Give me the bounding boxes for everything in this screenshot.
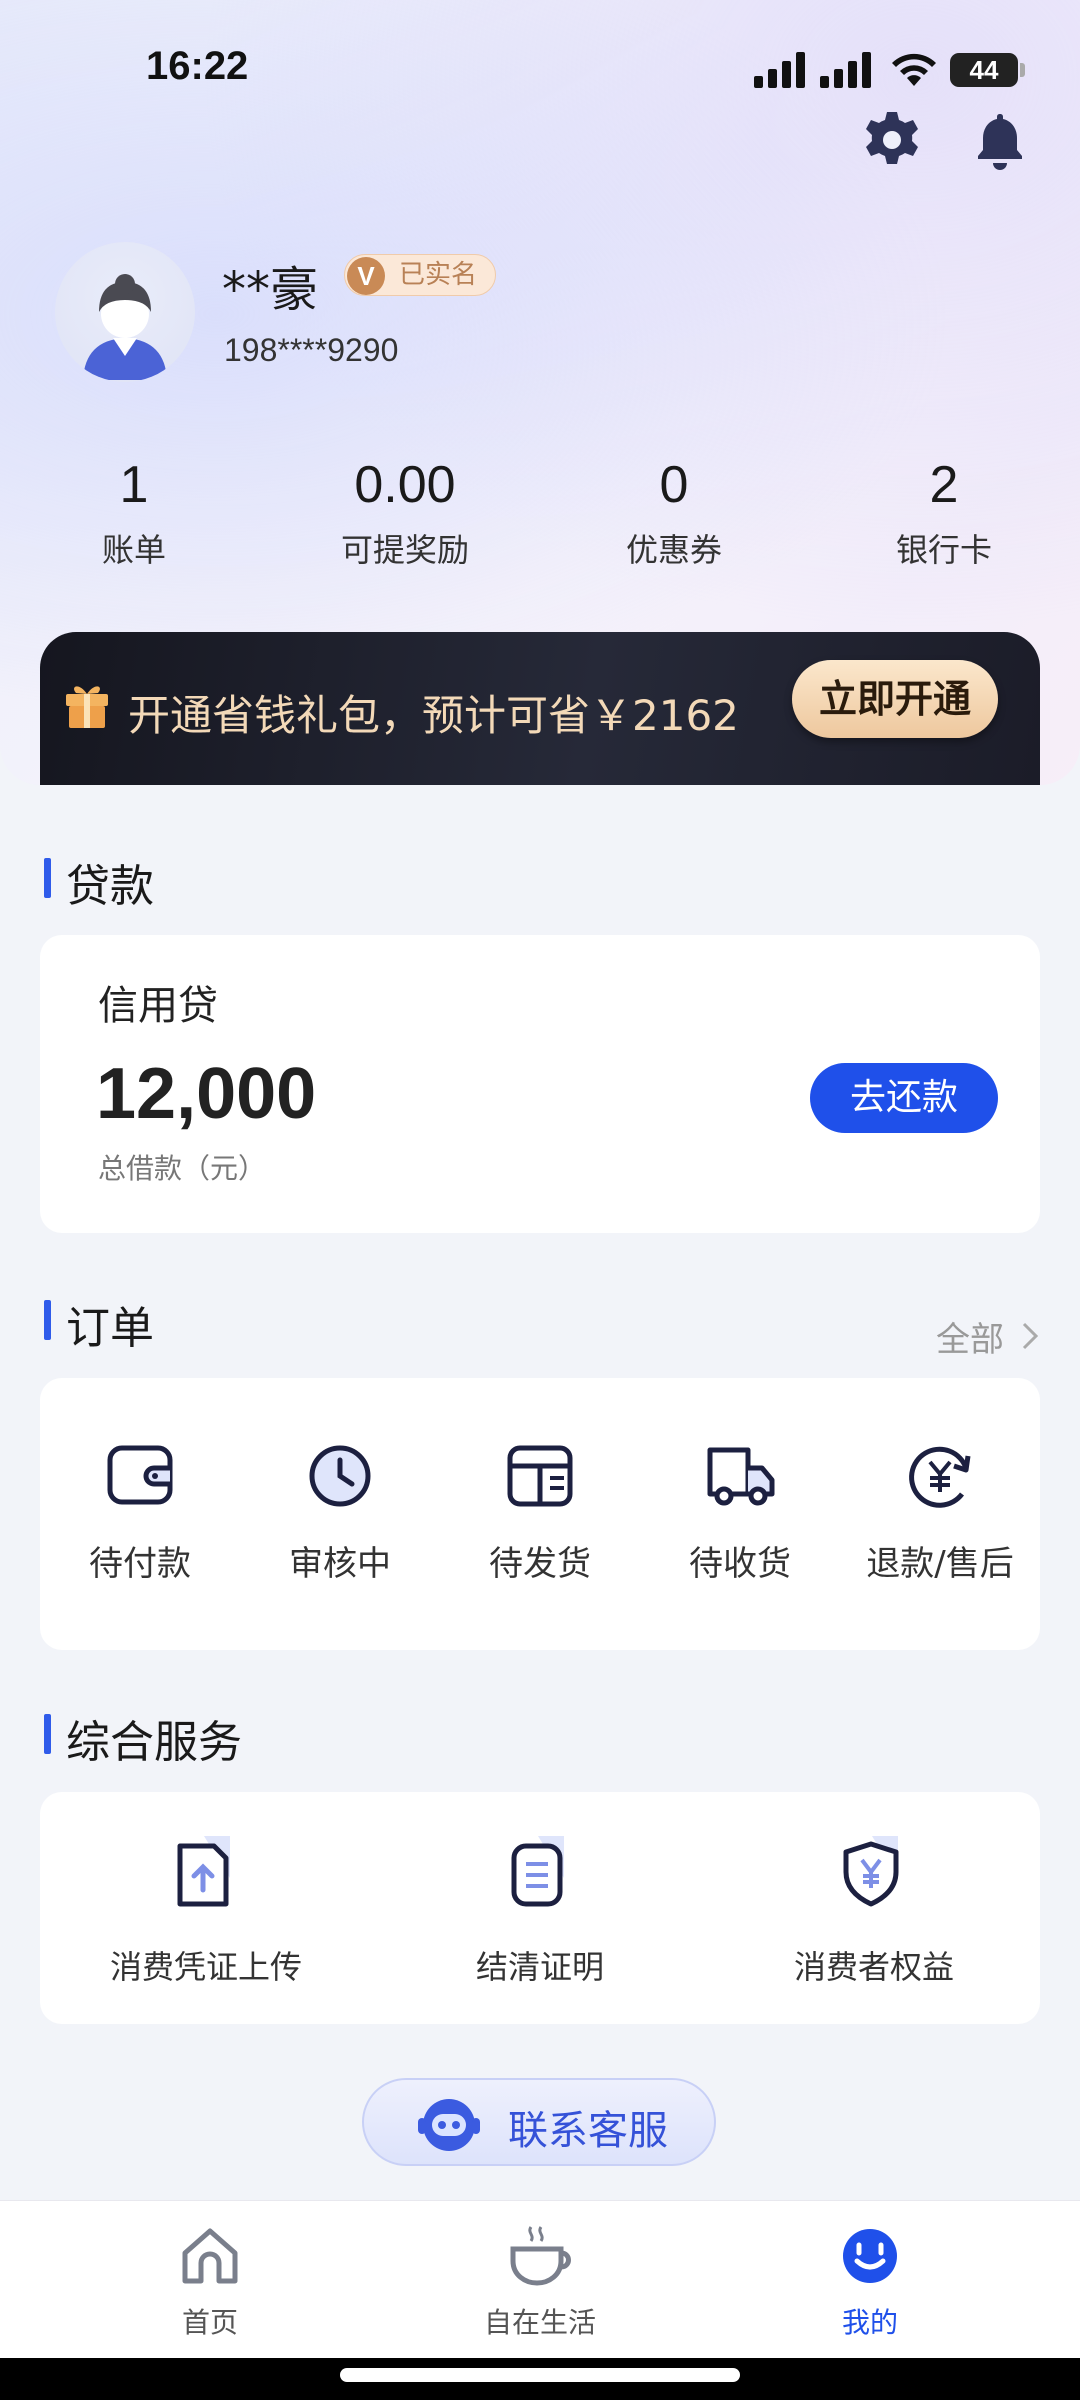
wifi-icon	[892, 53, 936, 86]
repay-button[interactable]: 去还款	[810, 1063, 998, 1133]
services-card: 消费凭证上传 结清证明 消费者权益	[40, 1792, 1040, 2024]
home-indicator[interactable]	[340, 2368, 740, 2382]
section-title-services: 综合服务	[44, 1706, 242, 1770]
shield-yuan-icon	[843, 1836, 899, 1907]
order-under-review[interactable]: 审核中	[240, 1438, 440, 1585]
loan-card[interactable]: 信用贷 12,000 总借款（元） 去还款	[40, 935, 1040, 1233]
stat-value: 0.00	[354, 456, 456, 514]
robot-headset-icon	[418, 2099, 480, 2151]
loan-product-name: 信用贷	[98, 983, 218, 1029]
verified-v-icon: V	[347, 257, 385, 295]
cellular-signal-2-icon	[820, 52, 871, 88]
order-label: 退款/售后	[866, 1544, 1014, 1584]
contact-customer-service-button[interactable]: 联系客服	[362, 2078, 716, 2166]
stat-label: 账单	[101, 531, 166, 569]
coffee-icon	[510, 2226, 571, 2286]
view-all-orders-link[interactable]: 全部	[936, 1312, 1004, 1361]
tab-label: 我的	[841, 2306, 898, 2339]
verified-label: 已实名	[399, 260, 478, 290]
activate-now-button[interactable]: 立即开通	[792, 660, 998, 738]
stat-value: 1	[119, 456, 149, 514]
order-label: 审核中	[289, 1544, 391, 1584]
stat-rewards[interactable]: 0.00 可提奖励	[305, 455, 505, 571]
stat-value: 2	[929, 456, 959, 514]
loan-amount-label: 总借款（元）	[98, 1152, 267, 1185]
section-title-loan: 贷款	[44, 850, 154, 914]
avatar[interactable]	[55, 242, 195, 382]
battery-level: 44	[969, 55, 999, 85]
loan-amount: 12,000	[96, 1054, 317, 1134]
service-consumer-rights[interactable]: 消费者权益	[714, 1832, 1034, 1988]
stat-label: 可提奖励	[340, 531, 469, 569]
home-icon	[182, 2228, 238, 2284]
order-to-receive[interactable]: 待收货	[640, 1438, 840, 1585]
truck-icon	[707, 1447, 775, 1506]
service-label: 消费者权益	[793, 1948, 954, 1986]
service-label: 消费凭证上传	[109, 1948, 302, 1986]
wallet-icon	[107, 1445, 173, 1505]
avatar-person-icon	[83, 274, 167, 380]
stat-label: 银行卡	[895, 531, 992, 569]
service-receipt-upload[interactable]: 消费凭证上传	[46, 1832, 366, 1988]
gift-icon	[66, 686, 108, 728]
order-label: 待收货	[689, 1544, 791, 1584]
upload-document-icon	[177, 1836, 230, 1907]
orders-card: 待付款 审核中 待发货 待收货 退款/售后	[40, 1378, 1040, 1650]
section-title-orders: 订单	[44, 1292, 154, 1356]
user-name: **豪	[222, 262, 319, 318]
gear-icon[interactable]	[860, 108, 924, 172]
battery-icon: 44	[950, 53, 1018, 87]
clock-icon	[309, 1445, 371, 1507]
certificate-icon	[511, 1836, 564, 1907]
package-icon	[507, 1445, 573, 1507]
tab-home[interactable]: 首页	[100, 2221, 320, 2341]
tab-life[interactable]: 自在生活	[430, 2221, 650, 2341]
order-pending-payment[interactable]: 待付款	[40, 1438, 240, 1585]
stat-label: 优惠券	[625, 531, 722, 569]
stat-bank-cards[interactable]: 2 银行卡	[844, 455, 1044, 571]
order-label: 待发货	[489, 1544, 591, 1584]
bell-icon[interactable]	[968, 108, 1032, 172]
verified-badge: V 已实名	[344, 254, 496, 296]
tab-label: 自在生活	[483, 2306, 596, 2339]
chevron-right-icon[interactable]	[1020, 1320, 1040, 1352]
order-label: 待付款	[89, 1544, 191, 1584]
order-refund-aftersale[interactable]: 退款/售后	[840, 1438, 1040, 1585]
service-label: 结清证明	[475, 1948, 604, 1986]
stat-bills[interactable]: 1 账单	[34, 455, 234, 571]
bottom-tab-bar: 首页 自在生活 我的	[0, 2200, 1080, 2358]
battery-nub	[1020, 63, 1025, 77]
tab-label: 首页	[181, 2306, 238, 2339]
contact-customer-service-label: 联系客服	[508, 2108, 668, 2154]
user-phone: 198****9290	[224, 332, 399, 368]
status-time: 16:22	[146, 44, 249, 88]
stat-value: 0	[659, 456, 689, 514]
stat-coupons[interactable]: 0 优惠券	[574, 455, 774, 571]
savings-promo-banner[interactable]: 开通省钱礼包，预计可省￥2162 立即开通	[40, 632, 1040, 785]
tab-mine[interactable]: 我的	[760, 2221, 980, 2341]
promo-text: 开通省钱礼包，预计可省￥2162	[128, 691, 739, 740]
smiley-icon	[843, 2229, 897, 2283]
cellular-signal-icon	[754, 52, 805, 88]
service-settlement-certificate[interactable]: 结清证明	[380, 1832, 700, 1988]
order-to-ship[interactable]: 待发货	[440, 1438, 640, 1585]
refund-icon	[909, 1446, 971, 1508]
